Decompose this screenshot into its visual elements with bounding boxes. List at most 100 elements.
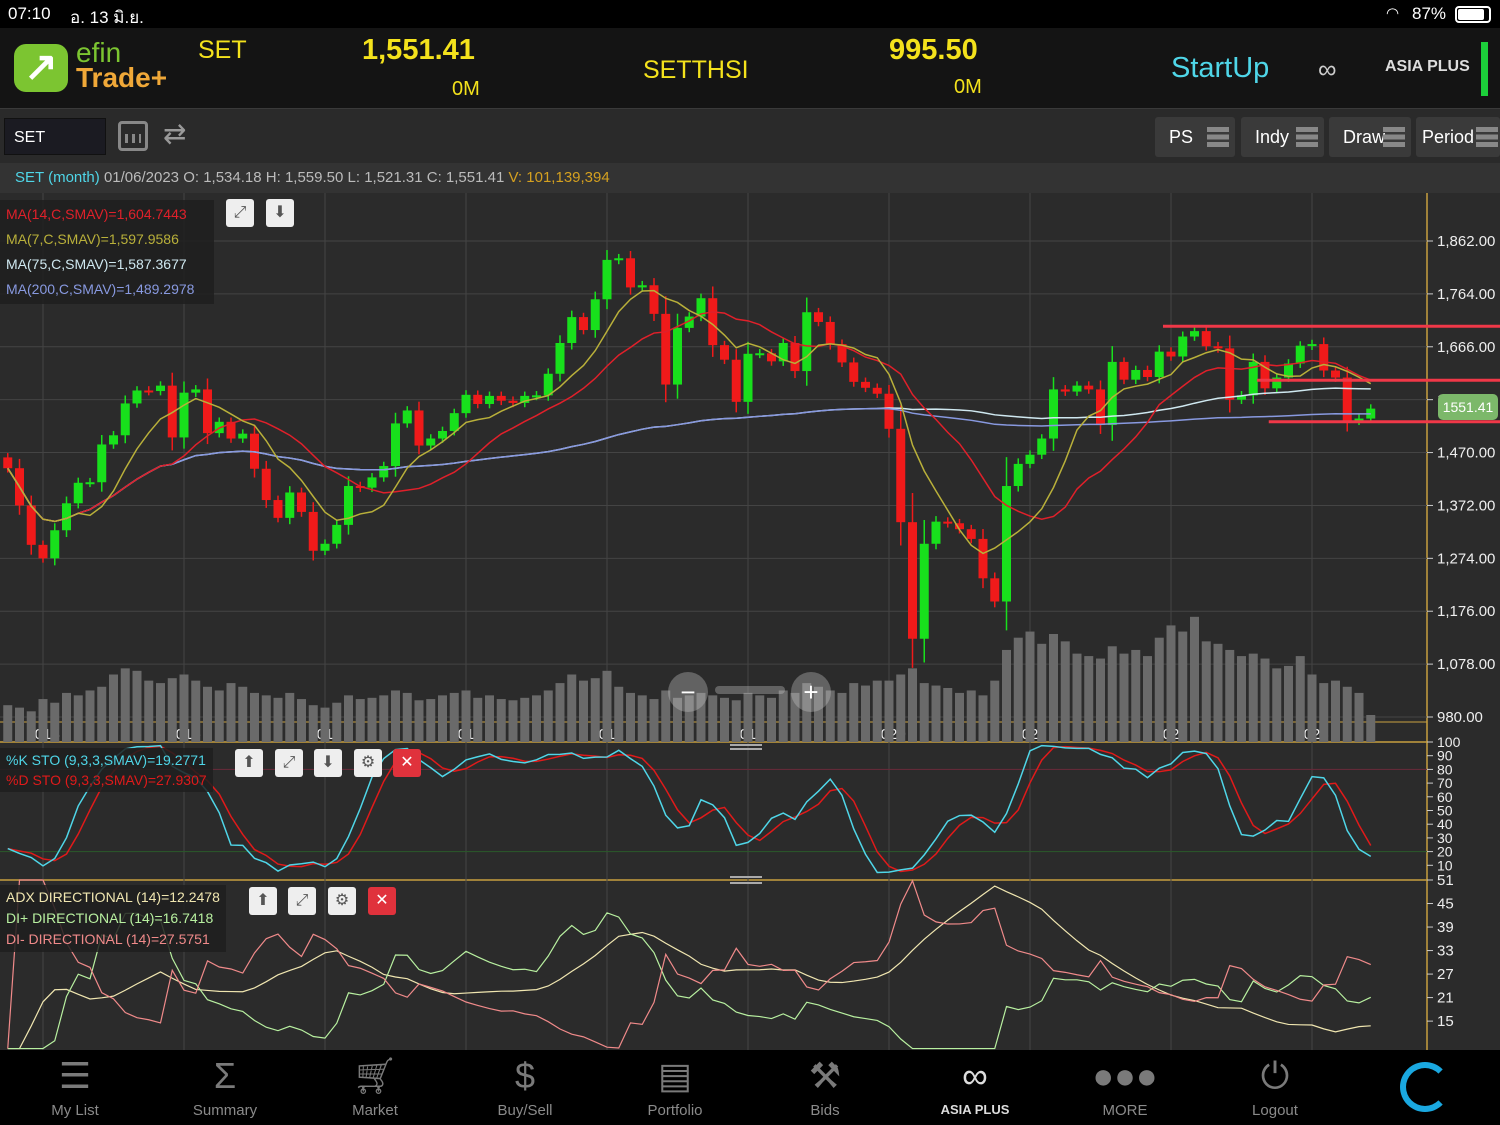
- status-bar: 07:10 อ. 13 มิ.ย. ◠ 87%: [0, 0, 1500, 28]
- panel-resize-handle[interactable]: [730, 744, 762, 750]
- candle-body: [379, 466, 389, 478]
- gear-icon[interactable]: ⚙: [328, 887, 356, 915]
- volume-bar: [109, 674, 118, 742]
- nav-asiaplus[interactable]: ∞ ASIA PLUS: [900, 1050, 1050, 1125]
- candle-body: [414, 410, 424, 446]
- volume-value: 101,139,394: [526, 169, 610, 186]
- volume-bar: [919, 683, 929, 742]
- price-tick-label: 1,764.00: [1437, 286, 1495, 303]
- move-down-button[interactable]: ⬇: [314, 749, 342, 777]
- candle-body: [1307, 344, 1317, 347]
- info-symbol: SET: [15, 169, 44, 186]
- candle-body: [802, 312, 812, 372]
- startup-link[interactable]: StartUp: [1171, 52, 1269, 85]
- candle-body: [1201, 331, 1211, 347]
- volume-bar: [449, 692, 459, 742]
- volume-bar: [85, 690, 95, 742]
- candle-body: [26, 505, 36, 545]
- legend-ma7: MA(7,C,SMAV)=1,597.9586: [6, 231, 179, 247]
- indy-button[interactable]: Indy: [1241, 117, 1324, 157]
- volume-bar: [191, 680, 201, 742]
- nav-my-list[interactable]: ☰ My List: [0, 1050, 150, 1125]
- volume-bar: [250, 692, 259, 742]
- symbol-input[interactable]: SET: [4, 118, 106, 155]
- move-down-button[interactable]: ⬇: [266, 199, 294, 227]
- refresh-icon[interactable]: ⇄: [163, 117, 186, 150]
- expand-button[interactable]: ⤢: [275, 749, 303, 777]
- gavel-icon: ⚒: [808, 1055, 842, 1096]
- ohlc-info: SET (month) 01/06/2023 O: 1,534.18 H: 1,…: [0, 163, 1500, 193]
- ma75-line: [7, 387, 1371, 523]
- zoom-slider[interactable]: [715, 686, 785, 694]
- volume-bar: [156, 683, 165, 742]
- legend-stoch-k: %K STO (9,3,3,SMAV)=19.2771: [6, 752, 206, 768]
- nav-summary[interactable]: Σ Summary: [150, 1050, 300, 1125]
- nav-market[interactable]: 🛒︎ Market: [300, 1050, 450, 1125]
- period-button[interactable]: Period: [1416, 117, 1500, 157]
- volume-bar: [367, 697, 377, 742]
- price-tick-label: 1,372.00: [1437, 497, 1495, 514]
- volume-bar: [532, 695, 541, 742]
- candle-body: [626, 258, 635, 288]
- candle-body: [1084, 385, 1094, 390]
- price-tick-label: 1,862.00: [1437, 233, 1495, 250]
- nav-label: Portfolio: [647, 1102, 703, 1119]
- candle-body: [931, 521, 941, 544]
- nav-label: Logout: [1252, 1102, 1298, 1119]
- close-label: C:: [426, 169, 442, 186]
- candle-body: [673, 327, 682, 385]
- adx-legend: ADX DIRECTIONAL (14)=12.2478 DI+ DIRECTI…: [0, 885, 226, 952]
- legend-ma200: MA(200,C,SMAV)=1,489.2978: [6, 281, 195, 297]
- move-up-button[interactable]: ⬆: [235, 749, 263, 777]
- volume-bar: [1366, 715, 1376, 742]
- calendar-icon[interactable]: [118, 121, 148, 151]
- candle-body: [1331, 370, 1340, 378]
- candle-body: [167, 385, 177, 438]
- candle-body: [38, 544, 48, 559]
- nav-buy-sell[interactable]: $ Buy/Sell: [450, 1050, 600, 1125]
- index2-name[interactable]: SETTHSI: [643, 56, 749, 85]
- index1-name[interactable]: SET: [198, 36, 247, 65]
- nav-label: Market: [352, 1102, 398, 1119]
- connection-indicator: [1481, 42, 1488, 96]
- candle-body: [238, 433, 248, 439]
- expand-button[interactable]: ⤢: [288, 887, 316, 915]
- zoom-in-handle[interactable]: +: [791, 672, 831, 712]
- volume-bar: [1037, 643, 1047, 742]
- volume-bar: [520, 697, 530, 742]
- menu-icon: [1383, 127, 1405, 147]
- ps-button[interactable]: PS: [1155, 117, 1235, 157]
- volume-bar: [1107, 646, 1117, 742]
- nav-logout[interactable]: ⏻ Logout: [1200, 1050, 1350, 1125]
- volume-bar: [1284, 665, 1293, 742]
- zoom-out-handle[interactable]: −: [668, 672, 708, 712]
- candle-body: [1072, 385, 1082, 392]
- volume-bar: [144, 680, 154, 742]
- volume-bar: [308, 705, 318, 742]
- app-switch-icon[interactable]: [1400, 1062, 1450, 1112]
- candle-body: [861, 381, 870, 388]
- candle-body: [849, 362, 859, 382]
- nav-more[interactable]: ●●● MORE: [1050, 1050, 1200, 1125]
- close-icon[interactable]: ✕: [368, 887, 396, 915]
- move-up-button[interactable]: ⬆: [249, 887, 277, 915]
- volume-bar: [355, 699, 365, 742]
- nav-portfolio[interactable]: ▤ Portfolio: [600, 1050, 750, 1125]
- draw-button[interactable]: Draw: [1329, 117, 1411, 157]
- volume-bar: [1178, 631, 1188, 742]
- volume-bar: [1002, 649, 1011, 742]
- info-date: 01/06/2023: [103, 169, 180, 186]
- volume-bar: [731, 700, 741, 742]
- volume-bar: [955, 692, 964, 742]
- gear-icon[interactable]: ⚙: [354, 749, 382, 777]
- close-icon[interactable]: ✕: [393, 749, 421, 777]
- volume-bar: [1143, 656, 1152, 742]
- nav-bids[interactable]: ⚒ Bids: [750, 1050, 900, 1125]
- candle-body: [261, 468, 271, 501]
- volume-bar: [379, 695, 389, 742]
- candle-body: [473, 394, 483, 404]
- panel-resize-handle[interactable]: [730, 876, 762, 884]
- candle-body: [1060, 389, 1070, 392]
- expand-button[interactable]: ⤢: [226, 199, 254, 227]
- candle-body: [402, 410, 412, 424]
